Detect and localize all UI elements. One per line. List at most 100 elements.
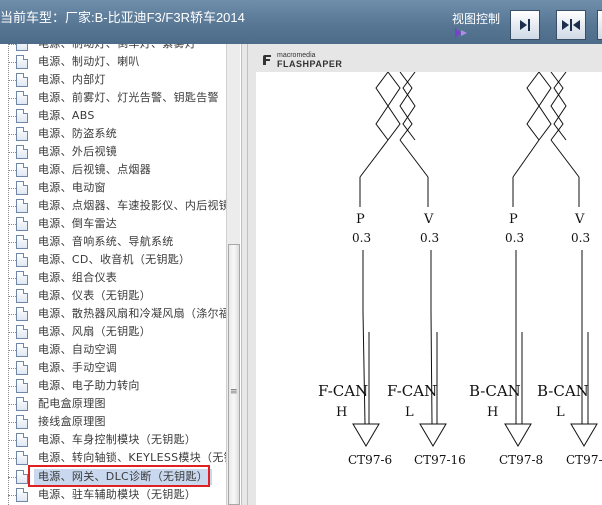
tree-item[interactable]: 电源、点烟器、车速投影仪、内后视镜	[0, 197, 226, 215]
next-page-button[interactable]	[510, 10, 540, 40]
wire-bus-label: B-CAN	[469, 382, 521, 400]
panel-splitter[interactable]	[241, 44, 248, 505]
document-icon	[16, 488, 28, 502]
tree-item-label: 电源、CD、收音机（无钥匙）	[38, 253, 191, 266]
wire-pin-label: L	[556, 405, 565, 420]
document-icon	[16, 271, 28, 285]
tree-item[interactable]: 电源、后视镜、点烟器	[0, 161, 226, 179]
wire-gauge: 0.3	[571, 231, 590, 245]
document-icon	[16, 199, 28, 213]
document-icon	[16, 397, 28, 411]
tree-item[interactable]: 电源、组合仪表	[0, 269, 226, 287]
tree-item[interactable]: 电源、内部灯	[0, 71, 226, 89]
document-icon	[16, 91, 28, 105]
tree-item[interactable]: 电源、ABS	[0, 107, 226, 125]
connector-label: CT97-	[566, 453, 602, 467]
toolbar-button-partial[interactable]	[597, 10, 602, 40]
wire-2: V 0.3 F-CAN L CT97-16	[387, 212, 466, 467]
document-icon	[16, 433, 28, 447]
twisted-pair-right	[512, 72, 580, 207]
flashpaper-logo-icon	[263, 55, 271, 65]
wire-color-code: V	[574, 212, 585, 227]
tree-item-label: 电源、制动灯、倒车灯、紫雾灯	[38, 44, 196, 52]
tree-item[interactable]: 电源、驻车辅助模块（无钥匙）	[0, 486, 226, 504]
tree-scrollbar-thumb[interactable]	[228, 244, 240, 505]
tree-item[interactable]: 电源、车身控制模块（无钥匙）	[0, 431, 226, 449]
tree-item-label: 配电盒原理图	[38, 397, 106, 410]
document-icon	[16, 44, 28, 51]
document-icon	[16, 451, 28, 465]
tree-item[interactable]: 电源、CD、收音机（无钥匙）	[0, 251, 226, 269]
tree-item-label: 电源、转向轴锁、KEYLESS模块（无钥	[38, 451, 226, 464]
tree-item-label: 电源、点烟器、车速投影仪、内后视镜	[38, 199, 226, 212]
tree-item[interactable]: 电源、电动窗	[0, 179, 226, 197]
document-icon	[16, 379, 28, 393]
wire-3: P 0.3 B-CAN H CT97-8	[469, 212, 543, 467]
wire-1: P 0.3 F-CAN H CT97-6	[318, 212, 392, 467]
title-bar: 当前车型：厂家:B-比亚迪F3/F3R轿车2014 视图控制	[0, 0, 602, 44]
tree-item-label: 电源、电子助力转向	[38, 379, 140, 392]
tree-item-label: 电源、音响系统、导航系统	[38, 235, 174, 248]
document-icon	[16, 163, 28, 177]
tree-item[interactable]: 电源、制动灯、喇叭	[0, 53, 226, 71]
document-icon	[16, 361, 28, 375]
tree-item-label: 电源、制动灯、喇叭	[38, 55, 140, 68]
wire-gauge: 0.3	[505, 231, 524, 245]
tree-item[interactable]: 电源、手动空调	[0, 359, 226, 377]
tree-item[interactable]: 配电盒原理图	[0, 395, 226, 413]
tree-item-label: 电源、前雾灯、灯光告警、钥匙告警	[38, 91, 219, 104]
document-icon	[16, 145, 28, 159]
tree-item[interactable]: 电源、散热器风扇和冷凝风扇（涤尔福	[0, 305, 226, 323]
tree-item-label: 电源、车身控制模块（无钥匙）	[38, 433, 197, 446]
tree-item-label: 电源、内部灯	[38, 73, 106, 86]
tree-item[interactable]: 电源、前雾灯、灯光告警、钥匙告警	[0, 89, 226, 107]
tree-item[interactable]: 电源、仪表（无钥匙）	[0, 287, 226, 305]
tree-item[interactable]: 电源、风扇（无钥匙）	[0, 323, 226, 341]
wire-bus-label: B-CAN	[537, 382, 589, 400]
document-icon	[16, 127, 28, 141]
wire-gauge: 0.3	[420, 231, 439, 245]
wire-gauge: 0.3	[352, 231, 371, 245]
wiring-diagram: P 0.3 F-CAN H CT97-6 V 0.3 F-CAN L CT97-…	[318, 72, 602, 467]
tree-item-label: 电源、电动窗	[38, 181, 106, 194]
wire-color-code: P	[356, 212, 365, 227]
document-icon	[16, 415, 28, 429]
flashpaper-logo: macromedia FLASHPAPER	[258, 50, 378, 70]
document-icon	[16, 73, 28, 87]
document-icon	[16, 253, 28, 267]
document-icon	[16, 55, 28, 69]
logo-product: FLASHPAPER	[277, 59, 343, 69]
scroll-grip-icon: ≡	[230, 387, 238, 397]
tree-item-label: 电源、倒车雷达	[38, 217, 118, 230]
document-tree: 电源、制动灯、倒车灯、紫雾灯 电源、制动灯、喇叭 电源、内部灯 电源、前雾灯、灯…	[0, 44, 226, 505]
document-icon	[16, 109, 28, 123]
view-control-icon	[455, 28, 467, 38]
connector-label: CT97-6	[348, 453, 392, 467]
document-icon	[16, 325, 28, 339]
arrow-right-bar-icon	[520, 19, 530, 31]
tree-item[interactable]: 电源、防盗系统	[0, 125, 226, 143]
tree-item[interactable]: 电源、外后视镜	[0, 143, 226, 161]
tree-item-label: 电源、散热器风扇和冷凝风扇（涤尔福	[38, 307, 226, 320]
tree-item[interactable]: 接线盒原理图	[0, 413, 226, 431]
document-icon	[16, 181, 28, 195]
connector-label: CT97-8	[499, 453, 543, 467]
wire-bus-label: F-CAN	[387, 382, 437, 400]
tree-item[interactable]: 电源、自动空调	[0, 341, 226, 359]
tree-item-label: 电源、仪表（无钥匙）	[38, 289, 151, 302]
selection-highlight-box	[28, 465, 210, 487]
tree-item-label: 接线盒原理图	[38, 415, 106, 428]
tree-item[interactable]: 电源、电子助力转向	[0, 377, 226, 395]
fit-width-button[interactable]	[556, 10, 586, 40]
wire-4: V 0.3 B-CAN L CT97-	[537, 212, 602, 467]
wire-color-code: V	[423, 212, 434, 227]
tree-item[interactable]: 电源、倒车雷达	[0, 215, 226, 233]
view-control-label: 视图控制	[452, 12, 501, 26]
tree-item[interactable]: 电源、音响系统、导航系统	[0, 233, 226, 251]
tree-item[interactable]: 电源、制动灯、倒车灯、紫雾灯	[0, 44, 226, 53]
tree-item-label: 电源、ABS	[38, 109, 95, 122]
document-icon	[16, 470, 28, 484]
wire-pin-label: H	[336, 405, 347, 420]
wire-pin-label: H	[487, 405, 498, 420]
tree-item-label: 电源、外后视镜	[38, 145, 118, 158]
